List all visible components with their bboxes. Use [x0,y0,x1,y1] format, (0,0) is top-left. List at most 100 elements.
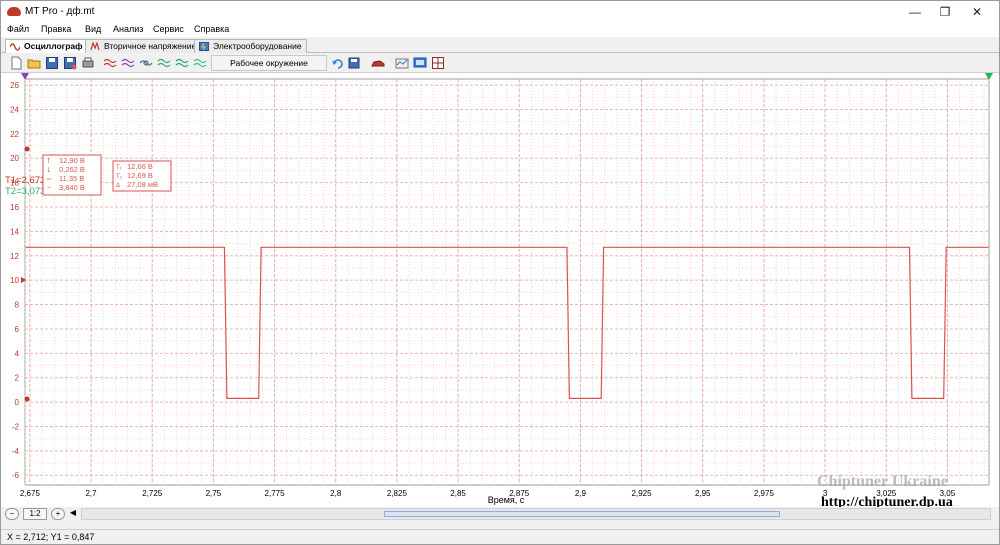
toolbar: Рабочее окружение [1,53,999,73]
x-tick-label: 2,725 [142,489,163,498]
zoom-out-button[interactable]: − [5,508,19,520]
app-logo-icon [7,7,21,16]
delta-icon: Δ [116,183,120,189]
t2-icon: T₂ [116,174,123,180]
restore-button[interactable]: ❐ [929,1,961,23]
channel-5-icon[interactable] [175,56,189,70]
scroll-left-button[interactable]: ◀ [67,508,79,520]
menu-service[interactable]: Сервис [153,24,184,34]
scope-settings-icon[interactable] [395,56,409,70]
x-tick-label: 2,675 [20,489,41,498]
save-icon[interactable] [45,56,59,70]
y-axis-ticks: -6-4-202468101214161820222426 [10,81,19,480]
x-tick-label: 2,975 [754,489,775,498]
sine-wave-icon [10,43,20,51]
x-tick-label: 2,8 [330,489,342,498]
average-icon: ═ [46,177,52,183]
x-tick-label: 2,75 [206,489,222,498]
screen-icon[interactable] [413,56,427,70]
y-tick-label: 0 [15,398,20,407]
x-tick-label: 2,9 [575,489,587,498]
redo-icon[interactable] [347,56,361,70]
window-title: MT Pro - дф.mt [25,6,95,17]
channel-3-icon[interactable] [139,56,153,70]
marker-dot[interactable] [24,146,30,152]
channel-2-icon[interactable] [121,56,135,70]
watermark-title: Chiptuner Ukraine [817,473,948,490]
workspace-dropdown[interactable]: Рабочее окружение [211,55,327,71]
status-bar: X = 2,712; Y1 = 0,847 [1,529,999,544]
x-tick-label: 2,825 [387,489,408,498]
horizontal-scrollbar[interactable] [81,508,991,520]
y-tick-label: 22 [10,130,19,139]
tab-electrical[interactable]: Электрооборудование [194,39,307,53]
menu-bar: Файл Правка Вид Анализ Сервис Справка [1,23,999,37]
y-tick-label: 8 [15,301,20,310]
y-tick-label: -6 [12,471,20,480]
undo-icon[interactable] [331,56,345,70]
measurement-min: 0,262 В [59,165,85,174]
x-tick-label: 2,925 [632,489,653,498]
y-tick-label: 20 [10,154,19,163]
minimize-button[interactable]: — [899,1,931,23]
oscilloscope-plot[interactable]: -6 -4 -2 0 2 4 6 8 10 12 14 16 18 20 22 24 26 2,675 2,7 2,… [1,73,999,507]
min-arrow-icon: ⭣ [47,167,50,174]
title-bar: MT Pro - дф.mt — ❐ ✕ [1,1,999,23]
x-tick-label: 2,775 [265,489,286,498]
zoom-level: 1:2 [23,508,47,520]
marker-dot[interactable] [24,396,30,402]
x-tick-label: 2,7 [85,489,97,498]
t1-cursor-label: T1=2,673 [5,175,45,186]
y-tick-label: 14 [10,227,19,236]
open-folder-icon[interactable] [27,56,41,70]
close-button[interactable]: ✕ [961,1,993,23]
save-as-icon[interactable] [63,56,77,70]
measurement-delta: 27,08 мВ [127,180,158,189]
y-tick-label: 12 [10,252,19,261]
tab-label: Электрооборудование [213,41,302,51]
menu-file[interactable]: Файл [7,24,29,34]
channel-6-icon[interactable] [193,56,207,70]
menu-view[interactable]: Вид [85,24,101,34]
x-tick-label: 2,95 [695,489,711,498]
measurement-max: 12,90 В [59,156,85,165]
tab-bar: Осциллограф Вторичное напряжение Электро… [1,37,999,54]
channel-4-icon[interactable] [157,56,171,70]
y-tick-label: 4 [15,349,20,358]
workspace-label: Рабочее окружение [230,58,308,68]
tab-label: Вторичное напряжение [104,41,197,51]
measurements-left-box: ⭡ 12,90 В ⭣ 0,262 В ═ 11,35 В ~ 3,840 В [42,154,102,196]
peak-to-peak-icon: ~ [47,185,51,192]
new-file-icon[interactable] [9,56,23,70]
y-tick-label: 16 [10,203,19,212]
grid-icon[interactable] [431,56,445,70]
tab-secondary-voltage[interactable]: Вторичное напряжение [85,39,202,53]
tab-label: Осциллограф [24,41,83,51]
x-tick-label: 2,85 [450,489,466,498]
car-icon[interactable] [371,56,385,70]
menu-help[interactable]: Справка [194,24,229,34]
t2-cursor-label: T2=3,073 [5,186,45,197]
cursor-coordinates: X = 2,712; Y1 = 0,847 [7,532,95,542]
max-arrow-icon: ⭡ [47,157,50,165]
measurement-peak-to-peak: 3,840 В [59,183,85,192]
y-tick-label: -4 [12,447,20,456]
menu-edit[interactable]: Правка [41,24,71,34]
y-tick-label: 26 [10,81,19,90]
t1-icon: T₁ [116,165,122,171]
y-tick-label: 10 [10,276,19,285]
scroll-controls: − 1:2 + ◀ [1,507,999,521]
oscilloscope-chart[interactable]: -6-4-202468101214161820222426 2,675 2,7 2,… [1,73,999,507]
print-icon[interactable] [81,56,95,70]
app-window: MT Pro - дф.mt — ❐ ✕ Файл Правка Вид Ана… [0,0,1000,545]
scrollbar-thumb[interactable] [384,511,780,517]
tab-oscilloscope[interactable]: Осциллограф [5,39,88,54]
y-tick-label: 6 [15,325,20,334]
x-axis-label: Время, с [488,495,525,505]
grid-lines [24,78,990,486]
channel-1-icon[interactable] [103,56,117,70]
y-tick-label: 24 [10,105,19,114]
menu-analysis[interactable]: Анализ [113,24,143,34]
measurements-right-box: T₁ 12,66 В T₂ 12,69 В Δ 27,08 мВ [112,160,172,192]
zoom-in-button[interactable]: + [51,508,65,520]
